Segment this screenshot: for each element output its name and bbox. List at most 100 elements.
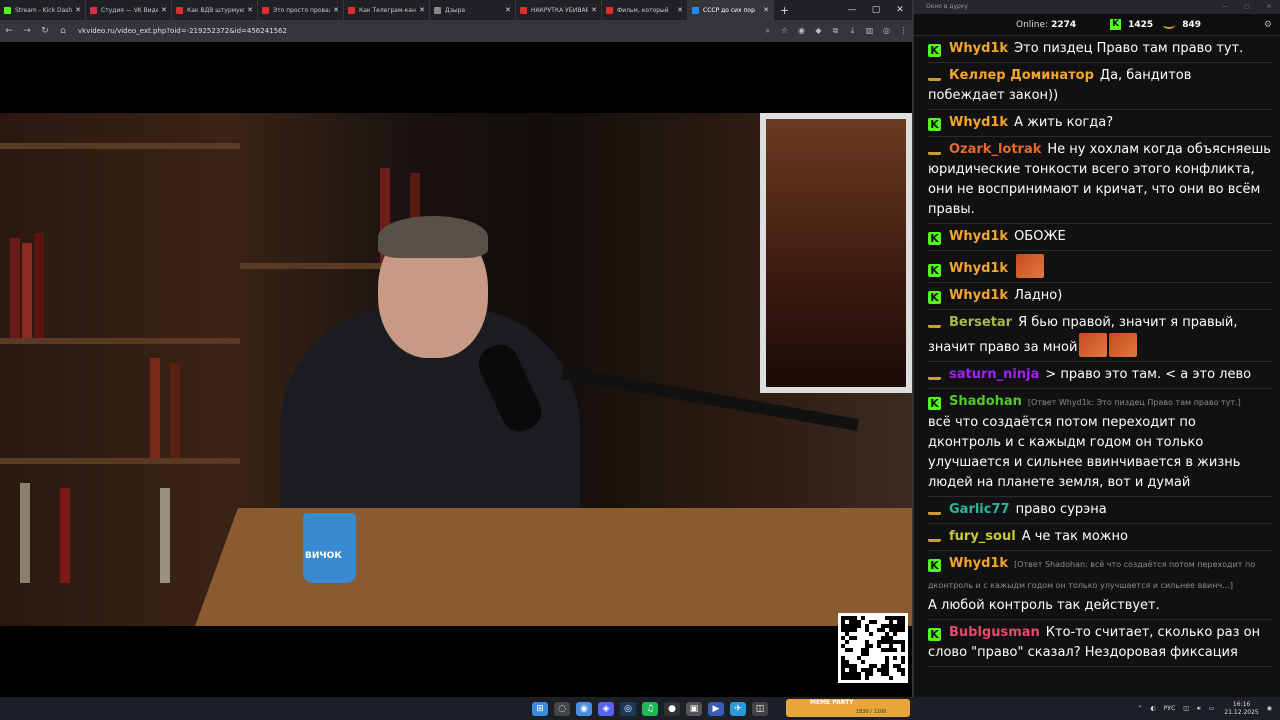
person-hair	[378, 216, 488, 258]
browser-tab[interactable]: Дзыра ✕	[430, 0, 516, 20]
chat-message: Ozark_lotrak Не ну хохлам когда объясняеш…	[928, 137, 1272, 224]
spotify-icon[interactable]: ♫	[642, 701, 658, 716]
tab-label: Как Телеграм-кан	[359, 6, 416, 14]
maximize-icon[interactable]: ▢	[1236, 0, 1258, 14]
minimize-icon[interactable]: —	[1214, 0, 1236, 14]
clock[interactable]: 16:16 21.12.2025	[1224, 701, 1258, 717]
maximize-button[interactable]: ▢	[864, 0, 888, 20]
telegram-icon[interactable]: ✈	[730, 701, 746, 716]
close-icon[interactable]: ✕	[1258, 0, 1280, 14]
app-icon[interactable]: ▣	[686, 701, 702, 716]
download-icon[interactable]: ⤓	[844, 26, 861, 36]
browser-tab[interactable]: Как ВДВ штурмуют ✕	[172, 0, 258, 20]
app-icon[interactable]: ◫	[752, 701, 768, 716]
chat-username[interactable]: Whyd1k	[949, 115, 1008, 130]
tab-close-icon[interactable]: ✕	[505, 6, 511, 14]
qr-module	[869, 632, 873, 636]
discord-icon[interactable]: ◈	[598, 701, 614, 716]
notifications-icon[interactable]: ◉	[1267, 705, 1272, 712]
chat-message-text: А жить когда?	[1014, 115, 1114, 130]
video-player[interactable]: ВИЧОК	[0, 113, 912, 626]
kick-icon: K	[928, 628, 941, 641]
chat-username[interactable]: Келлер Доминатор	[949, 68, 1094, 83]
chat-username[interactable]: Shadohan	[949, 394, 1022, 409]
chat-username[interactable]: Bublgusman	[949, 625, 1040, 640]
chat-username[interactable]: Whyd1k	[949, 229, 1008, 244]
tray-app-icon[interactable]: ◐	[1151, 705, 1156, 712]
tab-bar: Stream - Kick Dash ✕ Студия — VK Видео ✕ Как…	[0, 0, 912, 20]
home-icon[interactable]: ⌂	[54, 26, 72, 36]
tab-close-icon[interactable]: ✕	[161, 6, 167, 14]
chat-username[interactable]: Whyd1k	[949, 288, 1008, 303]
qr-module	[857, 676, 861, 680]
chat-username[interactable]: Whyd1k	[949, 41, 1008, 56]
qr-module	[853, 628, 857, 632]
obs-icon[interactable]: ●	[664, 701, 680, 716]
chat-message-text: Ладно)	[1014, 288, 1063, 303]
bookshelf	[0, 338, 240, 344]
url-field[interactable]: vkvideo.ru/video_ext.php?oid=-219252372&…	[78, 23, 668, 39]
browser-tab[interactable]: Студия — VK Видео ✕	[86, 0, 172, 20]
back-icon[interactable]: ←	[0, 26, 18, 36]
extension-icon[interactable]: ◆	[810, 26, 827, 36]
qr-module	[893, 648, 897, 652]
browser-tab[interactable]: НАКРУТКА УБИВАЕ ✕	[516, 0, 602, 20]
app-icon[interactable]: ▶	[708, 701, 724, 716]
kick-icon: K	[1110, 19, 1122, 30]
browser-tab[interactable]: Как Телеграм-кан ✕	[344, 0, 430, 20]
bookmark-star-icon[interactable]: ☆	[776, 26, 793, 36]
language-indicator[interactable]: РУС	[1164, 705, 1175, 712]
zoom-icon[interactable]: ⌕	[759, 26, 776, 36]
sidebar-icon[interactable]: ▥	[861, 26, 878, 36]
settings-icon[interactable]: ⚙	[1264, 20, 1272, 30]
browser-tab[interactable]: СССР до сих пор ✕	[688, 0, 774, 20]
browser-window: Stream - Kick Dash ✕ Студия — VK Видео ✕ Как…	[0, 0, 912, 697]
qr-module	[849, 648, 853, 652]
forward-icon[interactable]: →	[18, 26, 36, 36]
clock-date: 21.12.2025	[1224, 708, 1259, 716]
extension-icon[interactable]: ◉	[793, 26, 810, 36]
new-tab-button[interactable]: +	[780, 4, 789, 17]
qr-module	[845, 640, 849, 644]
search-icon[interactable]: ◌	[554, 701, 570, 716]
tray-expand-icon[interactable]: ⌃	[1138, 705, 1143, 712]
menu-icon[interactable]: ⋮	[895, 26, 912, 36]
tab-label: СССР до сих пор	[703, 6, 755, 14]
chat-username[interactable]: Ozark_lotrak	[949, 142, 1041, 157]
chat-emote-icon	[1109, 333, 1138, 357]
browser-tab[interactable]: Фильм, который ✕	[602, 0, 688, 20]
tab-close-icon[interactable]: ✕	[75, 6, 81, 14]
minimize-button[interactable]: —	[840, 0, 864, 20]
puzzle-icon[interactable]: ⧉	[827, 26, 844, 36]
tab-close-icon[interactable]: ✕	[333, 6, 339, 14]
twitch-icon	[928, 68, 941, 81]
battery-icon[interactable]: ▭	[1209, 705, 1215, 712]
chrome-icon[interactable]: ◉	[576, 701, 592, 716]
chat-username[interactable]: Whyd1k	[949, 556, 1008, 571]
steam-icon[interactable]: ◎	[620, 701, 636, 716]
chat-username[interactable]: Garlic77	[949, 502, 1010, 517]
profile-icon[interactable]: ◎	[878, 26, 895, 36]
tab-close-icon[interactable]: ✕	[419, 6, 425, 14]
chat-username[interactable]: Bersetar	[949, 315, 1012, 330]
chat-window-title: Окно в дурку	[926, 3, 968, 10]
tab-close-icon[interactable]: ✕	[763, 6, 769, 14]
chat-message: fury_soul А че так можно	[928, 524, 1272, 551]
tab-favicon-icon	[606, 6, 613, 14]
tab-close-icon[interactable]: ✕	[677, 6, 683, 14]
chat-username[interactable]: fury_soul	[949, 529, 1016, 544]
tab-close-icon[interactable]: ✕	[591, 6, 597, 14]
kick-icon: K	[928, 397, 941, 410]
tab-close-icon[interactable]: ✕	[247, 6, 253, 14]
browser-tab[interactable]: Это просто провал ✕	[258, 0, 344, 20]
reload-icon[interactable]: ↻	[36, 26, 54, 36]
meme-party-widget[interactable]: MEME PARTY 1830 / 1100	[786, 699, 910, 717]
network-icon[interactable]: ◫	[1183, 705, 1189, 712]
volume-icon[interactable]: 🔊︎	[1197, 705, 1201, 713]
chat-username[interactable]: Whyd1k	[949, 261, 1008, 276]
browser-tab[interactable]: Stream - Kick Dash ✕	[0, 0, 86, 20]
chat-reply-quote[interactable]: [Ответ Whyd1k: Это пиздец Право там прав…	[1028, 398, 1241, 407]
close-button[interactable]: ✕	[888, 0, 912, 20]
windows-start-icon[interactable]: ⊞	[532, 701, 548, 716]
chat-username[interactable]: saturn_ninja	[949, 367, 1039, 382]
